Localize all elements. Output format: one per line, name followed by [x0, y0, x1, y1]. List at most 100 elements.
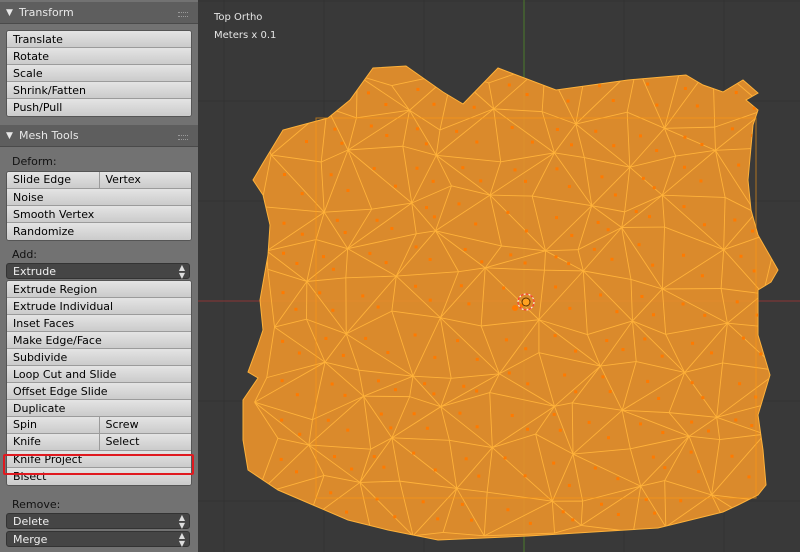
face-dot — [340, 141, 344, 145]
face-dot — [428, 258, 432, 262]
bisect-button[interactable]: Bisect — [7, 468, 191, 485]
extrude-individual-button[interactable]: Extrude Individual — [7, 298, 191, 315]
add-button-stack: Extrude Region Extrude Individual Inset … — [6, 280, 192, 486]
face-dot — [423, 382, 427, 386]
face-dot — [555, 127, 559, 131]
collapse-triangle-icon[interactable]: ▼ — [6, 2, 13, 24]
face-dot — [661, 431, 665, 435]
merge-dropdown[interactable]: Merge ▲ ▼ — [6, 531, 190, 548]
face-dot — [561, 510, 565, 514]
face-dot — [615, 310, 619, 314]
face-dot — [621, 348, 625, 352]
face-dot — [734, 91, 738, 95]
face-dot — [479, 179, 483, 183]
drag-grip-icon[interactable] — [178, 12, 188, 17]
face-dot — [379, 412, 383, 416]
face-dot — [646, 379, 650, 383]
object-origin-icon — [512, 305, 518, 311]
knife-project-button[interactable]: Knife Project — [7, 451, 191, 468]
face-dot — [326, 418, 330, 422]
face-dot — [345, 510, 349, 514]
face-dot — [566, 99, 570, 103]
viewport-canvas[interactable] — [198, 0, 800, 552]
scale-button[interactable]: Scale — [7, 65, 191, 82]
face-dot — [606, 228, 610, 232]
face-dot — [296, 505, 300, 509]
face-dot — [457, 202, 461, 206]
offset-edge-slide-button[interactable]: Offset Edge Slide — [7, 383, 191, 400]
face-dot — [682, 253, 686, 257]
face-dot — [335, 218, 339, 222]
3d-viewport[interactable]: Top Ortho Meters x 0.1 — [198, 0, 800, 552]
face-dot — [415, 166, 419, 170]
face-dot — [509, 253, 513, 257]
inset-faces-button[interactable]: Inset Faces — [7, 315, 191, 332]
make-edge-face-button[interactable]: Make Edge/Face — [7, 332, 191, 349]
vertex-slide-button[interactable]: Vertex — [98, 172, 191, 188]
face-dot — [502, 286, 506, 290]
face-dot — [393, 388, 397, 392]
face-dot — [530, 140, 534, 144]
push-pull-button[interactable]: Push/Pull — [7, 99, 191, 116]
shrink-fatten-button[interactable]: Shrink/Fatten — [7, 82, 191, 99]
face-dot — [524, 179, 528, 183]
deform-button-stack: Slide Edge Vertex Noise Smooth Vertex Ra… — [6, 171, 192, 241]
face-dot — [346, 188, 350, 192]
noise-button[interactable]: Noise — [7, 189, 191, 206]
face-dot — [653, 511, 657, 515]
extrude-dropdown[interactable]: Extrude ▲ ▼ — [6, 263, 190, 280]
face-dot — [425, 426, 429, 430]
screw-button[interactable]: Screw — [98, 417, 191, 433]
spin-screw-row: Spin Screw — [7, 417, 191, 434]
face-dot — [702, 223, 706, 227]
face-dot — [525, 93, 529, 97]
face-dot — [343, 230, 347, 234]
mesh-edge — [452, 72, 489, 84]
face-dot — [695, 104, 699, 108]
face-dot — [346, 428, 350, 432]
face-dot — [458, 93, 462, 97]
randomize-button[interactable]: Randomize — [7, 223, 191, 240]
face-dot — [464, 457, 468, 461]
duplicate-button[interactable]: Duplicate — [7, 400, 191, 417]
subdivide-button[interactable]: Subdivide — [7, 349, 191, 366]
collapse-triangle-icon[interactable]: ▼ — [6, 125, 13, 147]
face-dot — [480, 260, 484, 264]
transform-button-stack: Translate Rotate Scale Shrink/Fatten Pus… — [6, 30, 192, 117]
knife-button[interactable]: Knife — [7, 434, 99, 450]
face-dot — [558, 428, 562, 432]
face-dot — [752, 269, 756, 273]
face-dot — [755, 521, 759, 525]
delete-dropdown[interactable]: Delete ▲ ▼ — [6, 513, 190, 530]
face-dot — [568, 306, 572, 310]
mesh-edge — [267, 76, 328, 109]
face-dot — [730, 127, 734, 131]
knife-select-button[interactable]: Select — [98, 434, 191, 450]
face-dot — [343, 393, 347, 397]
mesh-tools-panel-header[interactable]: ▼ Mesh Tools — [0, 125, 198, 147]
face-dot — [599, 293, 603, 297]
smooth-vertex-button[interactable]: Smooth Vertex — [7, 206, 191, 223]
face-dot — [507, 83, 511, 87]
face-dot — [504, 338, 508, 342]
face-dot — [556, 79, 560, 83]
face-dot — [571, 518, 575, 522]
face-dot — [295, 393, 299, 397]
face-dot — [701, 518, 705, 522]
transform-panel-header[interactable]: ▼ Transform — [0, 2, 198, 24]
mesh-edge — [766, 108, 776, 148]
face-dot — [279, 497, 283, 501]
face-dot — [455, 129, 459, 133]
face-dot — [750, 184, 754, 188]
drag-grip-icon[interactable] — [178, 135, 188, 140]
loop-cut-slide-button[interactable]: Loop Cut and Slide — [7, 366, 191, 383]
face-dot — [294, 307, 298, 311]
extrude-region-button[interactable]: Extrude Region — [7, 281, 191, 298]
translate-button[interactable]: Translate — [7, 31, 191, 48]
rotate-button[interactable]: Rotate — [7, 48, 191, 65]
face-dot — [416, 87, 420, 91]
spin-button[interactable]: Spin — [7, 417, 99, 433]
face-dot — [610, 257, 614, 261]
face-dot — [433, 468, 437, 472]
slide-edge-button[interactable]: Slide Edge — [7, 172, 99, 188]
